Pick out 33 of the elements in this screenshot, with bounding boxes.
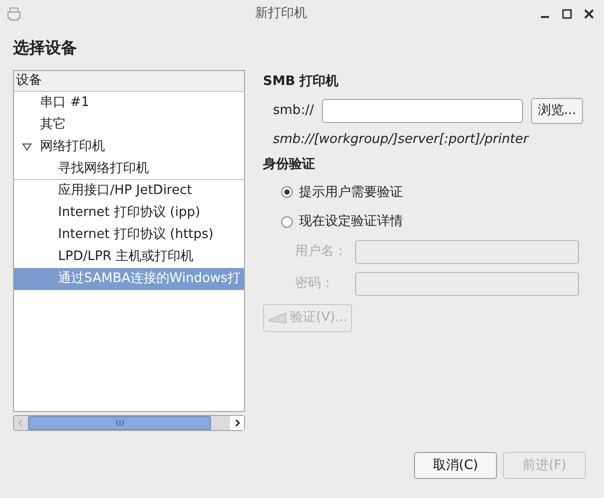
- tree-item[interactable]: Internet 打印协议 (https): [14, 224, 244, 246]
- tree-item[interactable]: 串口 #1: [14, 92, 244, 114]
- maximize-icon[interactable]: [562, 9, 572, 19]
- printer-icon: [6, 6, 22, 22]
- close-icon[interactable]: [584, 9, 594, 19]
- tree-item[interactable]: Internet 打印协议 (ipp): [14, 202, 244, 224]
- window-title: 新打印机: [254, 5, 308, 24]
- megaphone-icon: [268, 312, 288, 324]
- address-hint: smb://[workgroup/]server[:port]/printer: [272, 130, 530, 148]
- tree-item[interactable]: 寻找网络打印机: [14, 158, 244, 180]
- scroll-right-icon[interactable]: [230, 416, 244, 430]
- expanded-triangle-icon[interactable]: [22, 143, 32, 151]
- radio-option[interactable]: 现在设定验证详情: [281, 212, 591, 232]
- scroll-thumb[interactable]: [28, 416, 211, 430]
- field-label: 密码：: [295, 274, 335, 293]
- tree-item[interactable]: 应用接口/HP JetDirect: [14, 180, 244, 202]
- page-heading: 选择设备: [12, 37, 78, 59]
- address-field[interactable]: [322, 98, 523, 122]
- field-label: 用户名：: [295, 242, 348, 261]
- dialog-button[interactable]: 取消(C): [414, 452, 497, 479]
- horizontal-scrollbar[interactable]: [13, 415, 245, 431]
- browse-button[interactable]: 浏览...: [530, 98, 584, 124]
- section-title: SMB 打印机: [263, 73, 340, 91]
- tree-item[interactable]: LPD/LPR 主机或打印机: [14, 246, 244, 268]
- radio-button-icon[interactable]: [281, 216, 293, 228]
- grip-icon: [116, 420, 124, 426]
- radio-option[interactable]: 提示用户需要验证: [281, 182, 591, 202]
- field-label: smb://: [273, 102, 314, 120]
- radio-button-icon[interactable]: [281, 186, 293, 198]
- tree-item[interactable]: 网络打印机: [14, 136, 244, 158]
- section-title: 身份验证: [263, 156, 316, 174]
- tree-item[interactable]: 其它: [14, 114, 244, 136]
- column-header[interactable]: 设备: [14, 71, 244, 92]
